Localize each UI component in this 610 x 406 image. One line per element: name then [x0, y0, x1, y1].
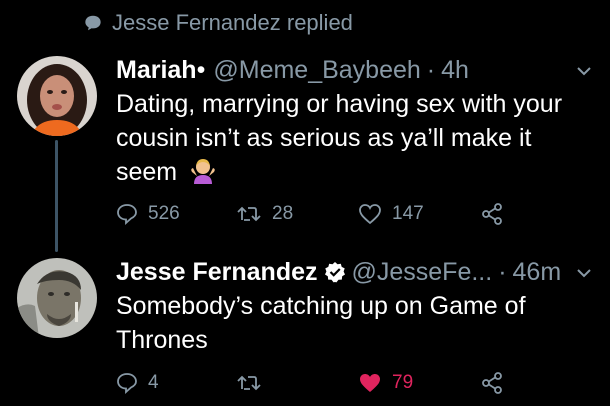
tweet-header: Mariah • @Meme_Baybeeh · 4h [116, 56, 469, 85]
chevron-down-icon[interactable] [576, 268, 592, 278]
retweet-button[interactable]: 28 [236, 203, 358, 225]
reply-context[interactable]: Jesse Fernandez replied [84, 10, 353, 36]
thread-line [55, 140, 58, 252]
separator: · [426, 56, 436, 84]
tweet-text-line-wrap: seem [116, 155, 586, 189]
separator: · [498, 258, 507, 286]
person-shrugging-emoji [191, 159, 215, 184]
tweet-actions: 4 79 [116, 371, 504, 395]
tweet-text-line: cousin isn’t as serious as ya’ll make it [116, 124, 532, 152]
like-button[interactable]: 79 [358, 372, 480, 394]
avatar-jesse[interactable] [17, 258, 97, 338]
avatar-mariah-image [17, 56, 97, 136]
tweet-text: Dating, marrying or having sex with your… [116, 87, 586, 189]
reply-count: 526 [148, 203, 180, 224]
tweet-text-line: Somebody’s catching up on Game of [116, 292, 526, 320]
retweet-button[interactable] [236, 373, 358, 393]
heart-filled-icon [360, 374, 380, 392]
reply-count: 4 [148, 372, 159, 393]
retweet-count: 28 [272, 203, 294, 224]
reply-icon [117, 373, 137, 394]
share-icon [482, 203, 502, 225]
reply-button[interactable]: 4 [116, 372, 236, 394]
heart-icon [359, 204, 381, 225]
like-button[interactable]: 147 [358, 203, 480, 225]
share-button[interactable] [480, 371, 504, 395]
author-handle[interactable]: @JesseFe... [352, 258, 493, 287]
tweet-text-line: Thrones [116, 326, 208, 354]
retweet-icon [237, 375, 261, 391]
chevron-down-icon[interactable] [576, 66, 592, 76]
reply-context-text: Jesse Fernandez replied [112, 10, 353, 35]
author-handle[interactable]: @Meme_Baybeeh [213, 56, 420, 85]
timestamp[interactable]: 46m [513, 258, 562, 287]
avatar-mariah[interactable] [17, 56, 97, 136]
timestamp[interactable]: 4h [441, 56, 469, 85]
share-icon [482, 372, 502, 394]
name-suffix: • [196, 56, 206, 84]
tweet-header: Jesse Fernandez @JesseFe... · 46m [116, 258, 561, 287]
tweet-actions: 526 28 147 [116, 202, 504, 226]
like-count: 79 [392, 372, 414, 393]
avatar-jesse-image [17, 258, 97, 338]
reply-button[interactable]: 526 [116, 203, 236, 225]
author-name[interactable]: Jesse Fernandez [116, 258, 318, 287]
share-button[interactable] [480, 202, 504, 226]
retweet-icon [237, 206, 261, 222]
verified-badge-icon [324, 262, 345, 283]
reply-icon [117, 204, 137, 225]
like-count: 147 [392, 203, 424, 224]
tweet-text: Somebody’s catching up on Game of Throne… [116, 289, 586, 357]
tweet-text-line: seem [116, 158, 178, 186]
speech-bubble-icon [85, 15, 101, 31]
tweet-text-line: Dating, marrying or having sex with your [116, 90, 563, 118]
author-name[interactable]: Mariah [116, 56, 197, 85]
